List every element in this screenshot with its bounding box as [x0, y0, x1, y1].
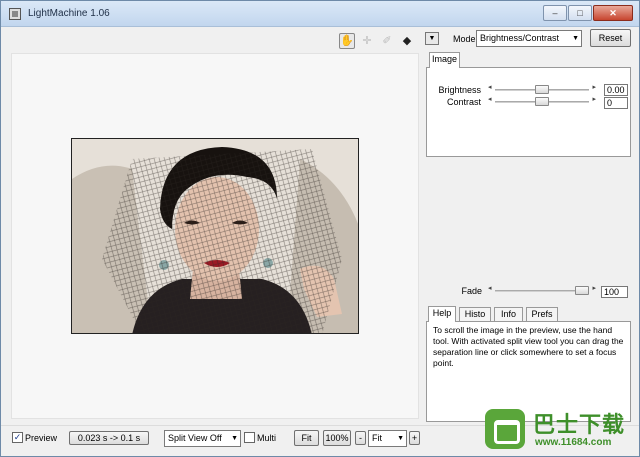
mode-select-value: Brightness/Contrast — [480, 33, 560, 43]
tab-image[interactable]: Image — [429, 52, 460, 68]
slider-left-arrow-icon[interactable]: ◂ — [488, 83, 492, 91]
slider-right-arrow-icon[interactable]: ▸ — [592, 95, 596, 103]
zoom-select[interactable]: Fit ▼ — [368, 430, 407, 447]
minimize-button[interactable]: – — [543, 5, 567, 21]
contrast-label: Contrast — [446, 97, 481, 107]
window-title: LightMachine 1.06 — [28, 8, 110, 19]
split-view-select[interactable]: Split View Off ▼ — [164, 430, 241, 447]
brightness-slider[interactable]: ◂ ▸ — [488, 83, 596, 94]
crosshair-tool-icon[interactable]: ✛ — [359, 33, 375, 49]
close-button[interactable]: ✕ — [593, 5, 633, 21]
eyedropper-tool-icon[interactable]: ✐ — [379, 33, 395, 49]
app-window: LightMachine 1.06 – □ ✕ ✋ ✛ ✐ ◆ ▼ Mode B… — [0, 0, 640, 457]
preview-checkbox[interactable]: ✓ — [12, 432, 23, 443]
zoom-in-button[interactable]: + — [409, 431, 420, 445]
app-icon — [9, 8, 21, 20]
caption-buttons: – □ ✕ — [543, 5, 633, 21]
mode-select[interactable]: Brightness/Contrast ▼ — [476, 30, 582, 47]
panel-menu-dropdown[interactable]: ▼ — [425, 32, 439, 45]
fade-slider[interactable]: ◂ ▸ — [488, 284, 596, 295]
fit-button[interactable]: Fit — [294, 430, 319, 446]
contrast-value-field[interactable]: 0 — [604, 97, 628, 109]
portrait-photo — [72, 139, 358, 333]
split-view-tool-icon[interactable]: ◆ — [399, 33, 415, 49]
fade-value-field[interactable]: 100 — [601, 286, 628, 298]
slider-right-arrow-icon[interactable]: ▸ — [592, 284, 596, 292]
multi-checkbox[interactable] — [244, 432, 255, 443]
tab-histo[interactable]: Histo — [459, 307, 491, 322]
watermark-logo-icon — [485, 409, 525, 449]
mode-label: Mode — [453, 34, 476, 44]
chevron-down-icon: ▼ — [231, 435, 238, 442]
split-view-value: Split View Off — [168, 433, 222, 443]
slider-thumb[interactable] — [575, 286, 589, 295]
chevron-down-icon: ▼ — [572, 35, 579, 42]
chevron-down-icon: ▼ — [397, 435, 404, 442]
fade-label: Fade — [461, 286, 482, 296]
slider-right-arrow-icon[interactable]: ▸ — [592, 83, 596, 91]
slider-thumb[interactable] — [535, 97, 549, 106]
contrast-slider[interactable]: ◂ ▸ — [488, 95, 596, 106]
title-bar[interactable]: LightMachine 1.06 – □ ✕ — [1, 1, 639, 27]
slider-thumb[interactable] — [535, 85, 549, 94]
tab-help[interactable]: Help — [428, 306, 456, 322]
maximize-button[interactable]: □ — [568, 5, 592, 21]
zoom-100-button[interactable]: 100% — [323, 430, 351, 446]
zoom-select-value: Fit — [372, 433, 382, 443]
watermark-text: 巴士下载 — [533, 412, 626, 437]
reset-button[interactable]: Reset — [590, 29, 631, 47]
brightness-label: Brightness — [438, 85, 481, 95]
tab-prefs[interactable]: Prefs — [526, 307, 558, 322]
tab-info[interactable]: Info — [494, 307, 523, 322]
preview-label[interactable]: Preview — [25, 433, 57, 443]
brightness-value-field[interactable]: 0.00 — [604, 84, 628, 96]
hand-tool-icon[interactable]: ✋ — [339, 33, 355, 49]
zoom-out-button[interactable]: - — [355, 431, 366, 445]
image-adjust-panel — [426, 67, 631, 157]
preview-image[interactable] — [71, 138, 359, 334]
slider-left-arrow-icon[interactable]: ◂ — [488, 95, 492, 103]
watermark: 巴士下载 www.11684.com — [471, 401, 640, 457]
watermark-url: www.11684.com — [535, 437, 612, 448]
slider-left-arrow-icon[interactable]: ◂ — [488, 284, 492, 292]
render-time-button[interactable]: 0.023 s -> 0.1 s — [69, 431, 149, 445]
multi-label[interactable]: Multi — [257, 433, 276, 443]
toolbar: ✋ ✛ ✐ ◆ — [339, 33, 415, 49]
